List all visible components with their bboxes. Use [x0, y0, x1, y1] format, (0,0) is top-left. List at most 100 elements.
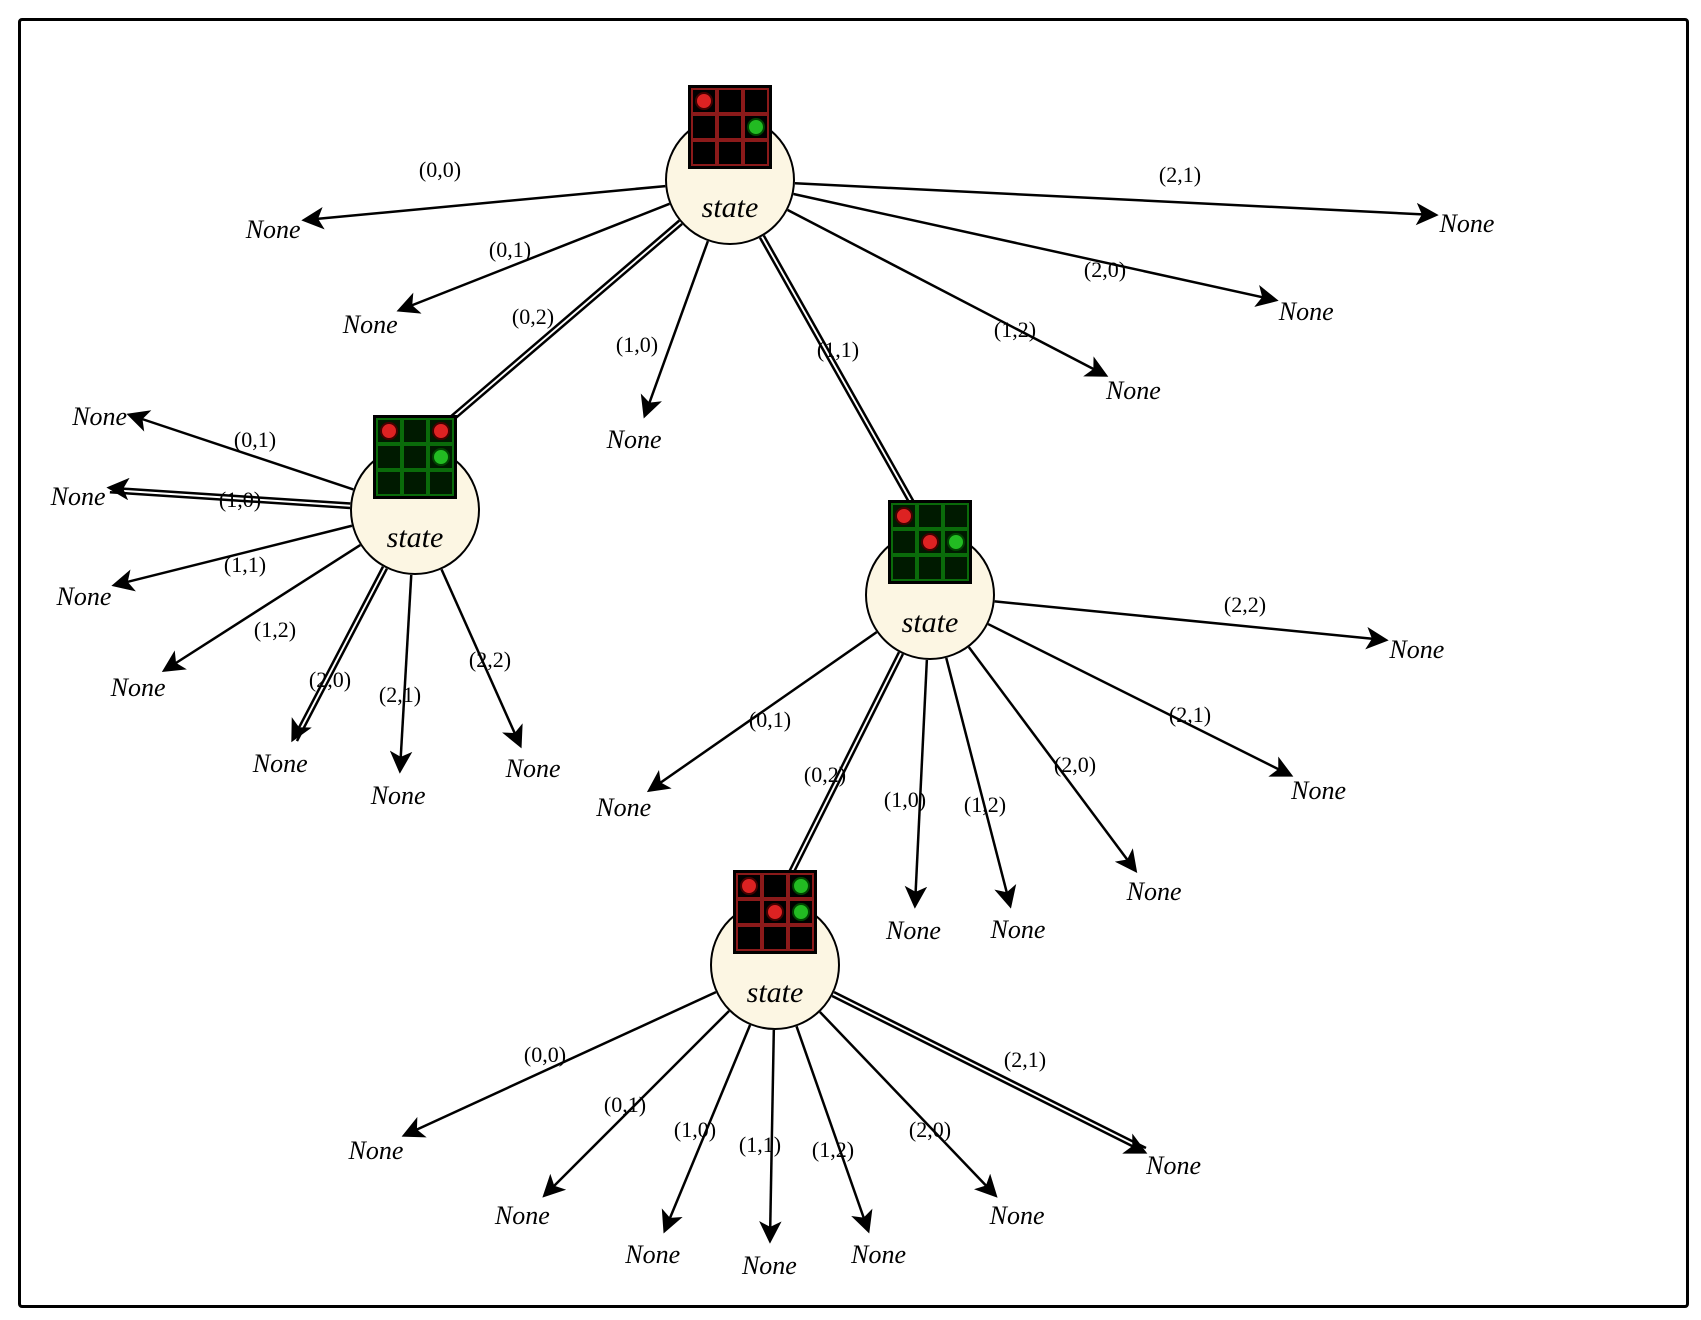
board-cell [736, 873, 762, 899]
edge-label: (0,0) [419, 157, 461, 183]
leaf-label: None [343, 310, 398, 340]
board-cell [891, 503, 917, 529]
green-piece-icon [747, 118, 765, 136]
edge-label: (1,2) [964, 792, 1006, 818]
leaf-label: None [348, 1136, 403, 1166]
board-cell [762, 899, 788, 925]
edge-label: (1,0) [616, 332, 658, 358]
edge-label: (0,2) [512, 304, 554, 330]
leaf-label: None [495, 1201, 550, 1231]
board-cell [402, 470, 428, 496]
board-cell [402, 418, 428, 444]
board-cell [788, 899, 814, 925]
edge-label: (2,0) [909, 1117, 951, 1143]
leaf-label: None [607, 425, 662, 455]
board-cell [891, 555, 917, 581]
edge-label: (2,1) [1169, 702, 1211, 728]
leaf-label: None [1279, 297, 1334, 327]
leaf-label: None [506, 754, 561, 784]
board-cell [762, 873, 788, 899]
board-cell [402, 444, 428, 470]
leaf-label: None [596, 793, 651, 823]
board-cell [891, 529, 917, 555]
green-piece-icon [792, 903, 810, 921]
edge-label: (0,1) [489, 237, 531, 263]
edge-label: (0,1) [749, 707, 791, 733]
edge-label: (0,2) [804, 762, 846, 788]
board-cell [717, 88, 743, 114]
board-cell [428, 470, 454, 496]
board-cell [743, 140, 769, 166]
board-cell [376, 470, 402, 496]
green-piece-icon [947, 533, 965, 551]
board-cell [736, 925, 762, 951]
leaf-label: None [1389, 635, 1444, 665]
board-cell [743, 114, 769, 140]
red-piece-icon [740, 877, 758, 895]
green-piece-icon [432, 448, 450, 466]
game-board [688, 85, 772, 169]
edge-label: (2,2) [1224, 592, 1266, 618]
edge-label: (1,1) [817, 337, 859, 363]
board-cell [943, 503, 969, 529]
node-label: state [387, 521, 444, 555]
leaf-label: None [886, 916, 941, 946]
board-cell [376, 444, 402, 470]
edge-label: (1,1) [224, 552, 266, 578]
leaf-label: None [51, 482, 106, 512]
board-cell [736, 899, 762, 925]
edge-label: (1,0) [219, 487, 261, 513]
edge-label: (1,1) [739, 1132, 781, 1158]
leaf-label: None [111, 673, 166, 703]
leaf-label: None [851, 1240, 906, 1270]
board-cell [788, 925, 814, 951]
red-piece-icon [695, 92, 713, 110]
leaf-label: None [990, 1201, 1045, 1231]
edge-label: (2,0) [1084, 257, 1126, 283]
board-cell [376, 418, 402, 444]
leaf-label: None [1440, 209, 1495, 239]
edge-label: (2,1) [1159, 162, 1201, 188]
board-cell [691, 88, 717, 114]
edge-label: (2,0) [1054, 752, 1096, 778]
red-piece-icon [895, 507, 913, 525]
edge-label: (0,0) [524, 1042, 566, 1068]
node-label: state [902, 606, 959, 640]
leaf-label: None [371, 781, 426, 811]
game-board [373, 415, 457, 499]
board-cell [917, 529, 943, 555]
red-piece-icon [432, 422, 450, 440]
edge-label: (1,2) [994, 317, 1036, 343]
green-piece-icon [792, 877, 810, 895]
board-cell [943, 555, 969, 581]
board-cell [788, 873, 814, 899]
red-piece-icon [921, 533, 939, 551]
board-cell [917, 555, 943, 581]
leaf-label: None [1127, 877, 1182, 907]
tree-diagram: (0,0) None (0,1) None (0,2) (1,0) None (1,1) (1,… [0, 0, 1701, 1320]
leaf-label: None [57, 582, 112, 612]
board-cell [943, 529, 969, 555]
leaf-label: None [625, 1240, 680, 1270]
edge-label: (1,2) [254, 617, 296, 643]
edge-label: (1,2) [812, 1137, 854, 1163]
leaf-label: None [742, 1251, 797, 1281]
leaf-label: None [1106, 376, 1161, 406]
board-cell [691, 114, 717, 140]
edge-label: (1,0) [674, 1117, 716, 1143]
red-piece-icon [766, 903, 784, 921]
edge-label: (2,1) [1004, 1047, 1046, 1073]
board-cell [762, 925, 788, 951]
leaf-label: None [1291, 776, 1346, 806]
edge-label: (0,1) [234, 427, 276, 453]
board-cell [743, 88, 769, 114]
board-cell [691, 140, 717, 166]
board-cell [717, 140, 743, 166]
leaf-label: None [246, 215, 301, 245]
red-piece-icon [380, 422, 398, 440]
leaf-label: None [1146, 1151, 1201, 1181]
board-cell [717, 114, 743, 140]
board-cell [428, 444, 454, 470]
node-label: state [702, 191, 759, 225]
game-board [733, 870, 817, 954]
